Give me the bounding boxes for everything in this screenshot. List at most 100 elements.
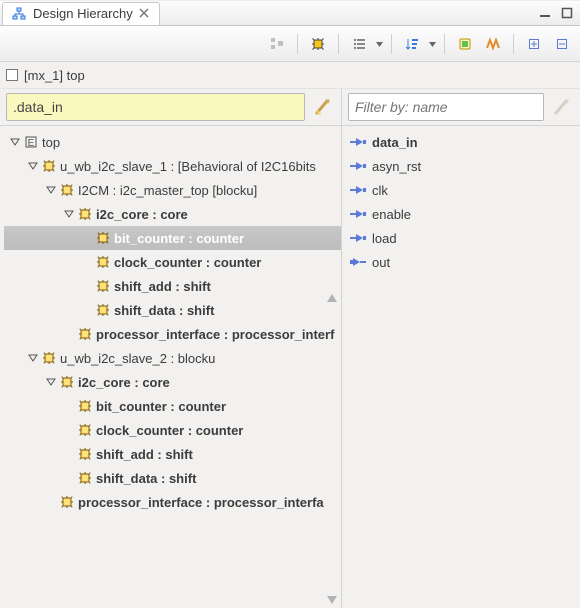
signal-label: asyn_rst bbox=[372, 159, 421, 174]
signal-label: out bbox=[372, 255, 390, 270]
port-in-icon bbox=[350, 207, 366, 221]
tree-node[interactable]: processor_interface : processor_interf bbox=[4, 322, 341, 346]
scroll-down-hint[interactable] bbox=[325, 593, 339, 607]
signal-label: data_in bbox=[372, 135, 418, 150]
chip-icon bbox=[76, 471, 94, 485]
signal-item[interactable]: asyn_rst bbox=[346, 154, 580, 178]
tree-node[interactable]: shift_add : shift bbox=[4, 442, 341, 466]
toolbar-expand-button[interactable] bbox=[522, 32, 546, 56]
chip-icon bbox=[58, 495, 76, 509]
tree-node[interactable]: i2c_core : core bbox=[4, 202, 341, 226]
tree-node-label: bit_counter : counter bbox=[94, 399, 226, 414]
tree-node[interactable]: clock_counter : counter bbox=[4, 250, 341, 274]
signal-list[interactable]: data_in asyn_rstclk enable load out bbox=[342, 126, 580, 608]
signal-label: clk bbox=[372, 183, 388, 198]
toolbar-sort-button[interactable] bbox=[400, 32, 424, 56]
tree-node-label: shift_data : shift bbox=[112, 303, 214, 318]
chip-icon bbox=[76, 207, 94, 221]
chip-icon bbox=[76, 423, 94, 437]
tree-node[interactable]: bit_counter : counter bbox=[4, 226, 341, 250]
tree-node[interactable]: shift_add : shift bbox=[4, 274, 341, 298]
toolbar-collapse-button[interactable] bbox=[550, 32, 574, 56]
tree-node-label: u_wb_i2c_slave_1 : [Behavioral of I2C16b… bbox=[58, 159, 316, 174]
toolbar-wave-button[interactable] bbox=[481, 32, 505, 56]
toolbar-list-dropdown[interactable] bbox=[375, 33, 383, 55]
hierarchy-tree[interactable]: Etop u_wb_i2c_slave_1 : [Behavioral of I2… bbox=[0, 126, 341, 518]
twisty-icon[interactable] bbox=[62, 209, 76, 219]
signal-label: enable bbox=[372, 207, 411, 222]
signal-item[interactable]: enable bbox=[346, 202, 580, 226]
maximize-button[interactable] bbox=[558, 4, 576, 22]
chip-icon bbox=[94, 255, 112, 269]
tree-node-label: shift_data : shift bbox=[94, 471, 196, 486]
module-icon: E bbox=[22, 135, 40, 149]
tree-node-label: I2CM : i2c_master_top [blocku] bbox=[76, 183, 257, 198]
tree-node[interactable]: shift_data : shift bbox=[4, 298, 341, 322]
chip-icon bbox=[76, 399, 94, 413]
breadcrumb-checkbox[interactable] bbox=[6, 69, 18, 81]
signal-item[interactable]: data_in bbox=[346, 130, 580, 154]
minimize-button[interactable] bbox=[536, 4, 554, 22]
signal-item[interactable]: load bbox=[346, 226, 580, 250]
chip-icon bbox=[40, 159, 58, 173]
clear-filter-button[interactable] bbox=[311, 95, 335, 119]
chip-icon bbox=[40, 351, 58, 365]
tree-node-label: top bbox=[40, 135, 60, 150]
twisty-icon[interactable] bbox=[44, 185, 58, 195]
port-in-icon bbox=[350, 135, 366, 149]
twisty-icon[interactable] bbox=[44, 377, 58, 387]
scroll-up-hint[interactable] bbox=[325, 291, 339, 305]
design-hierarchy-tab[interactable]: Design Hierarchy bbox=[2, 2, 160, 25]
signal-item[interactable]: clk bbox=[346, 178, 580, 202]
tree-node[interactable]: u_wb_i2c_slave_2 : blocku bbox=[4, 346, 341, 370]
chip-icon bbox=[76, 327, 94, 341]
hierarchy-icon bbox=[11, 6, 27, 22]
tree-node[interactable]: Etop bbox=[4, 130, 341, 154]
tree-node-label: shift_add : shift bbox=[94, 447, 193, 462]
tree-node-label: processor_interface : processor_interf bbox=[94, 327, 334, 342]
tree-node-label: processor_interface : processor_interfa bbox=[76, 495, 324, 510]
tab-title: Design Hierarchy bbox=[33, 6, 133, 21]
toolbar-list-button[interactable] bbox=[347, 32, 371, 56]
svg-text:E: E bbox=[28, 138, 35, 149]
port-in-icon bbox=[350, 159, 366, 173]
signal-clear-filter-button[interactable] bbox=[550, 95, 574, 119]
toolbar bbox=[0, 26, 580, 62]
tree-node-label: clock_counter : counter bbox=[112, 255, 261, 270]
twisty-icon[interactable] bbox=[26, 353, 40, 363]
toolbar-sort-dropdown[interactable] bbox=[428, 33, 436, 55]
twisty-icon[interactable] bbox=[26, 161, 40, 171]
chip-icon bbox=[58, 375, 76, 389]
tree-node-label: u_wb_i2c_slave_2 : blocku bbox=[58, 351, 215, 366]
tree-node[interactable]: bit_counter : counter bbox=[4, 394, 341, 418]
twisty-icon[interactable] bbox=[8, 137, 22, 147]
tree-node[interactable]: shift_data : shift bbox=[4, 466, 341, 490]
tree-node[interactable]: u_wb_i2c_slave_1 : [Behavioral of I2C16b… bbox=[4, 154, 341, 178]
port-out-icon bbox=[350, 255, 366, 269]
tree-node-label: i2c_core : core bbox=[76, 375, 170, 390]
chip-icon bbox=[76, 447, 94, 461]
toolbar-cells-button[interactable] bbox=[453, 32, 477, 56]
chip-icon bbox=[94, 279, 112, 293]
tree-filter-input[interactable] bbox=[6, 93, 305, 121]
chip-icon bbox=[94, 231, 112, 245]
signal-filter-input[interactable] bbox=[348, 93, 544, 121]
port-in-icon bbox=[350, 231, 366, 245]
tree-node-label: clock_counter : counter bbox=[94, 423, 243, 438]
toolbar-chip-button[interactable] bbox=[306, 32, 330, 56]
signal-item[interactable]: out bbox=[346, 250, 580, 274]
tree-node[interactable]: clock_counter : counter bbox=[4, 418, 341, 442]
tree-node-label: bit_counter : counter bbox=[112, 231, 244, 246]
tab-close-icon[interactable] bbox=[139, 8, 151, 20]
tree-node[interactable]: I2CM : i2c_master_top [blocku] bbox=[4, 178, 341, 202]
tree-node[interactable]: i2c_core : core bbox=[4, 370, 341, 394]
port-in-icon bbox=[350, 183, 366, 197]
tree-node[interactable]: processor_interface : processor_interfa bbox=[4, 490, 341, 514]
chip-icon bbox=[58, 183, 76, 197]
breadcrumb-text: [mx_1] top bbox=[24, 68, 85, 83]
tree-node-label: shift_add : shift bbox=[112, 279, 211, 294]
chip-icon bbox=[94, 303, 112, 317]
tree-node-label: i2c_core : core bbox=[94, 207, 188, 222]
toggle-hierarchy-button[interactable] bbox=[265, 32, 289, 56]
signal-label: load bbox=[372, 231, 397, 246]
